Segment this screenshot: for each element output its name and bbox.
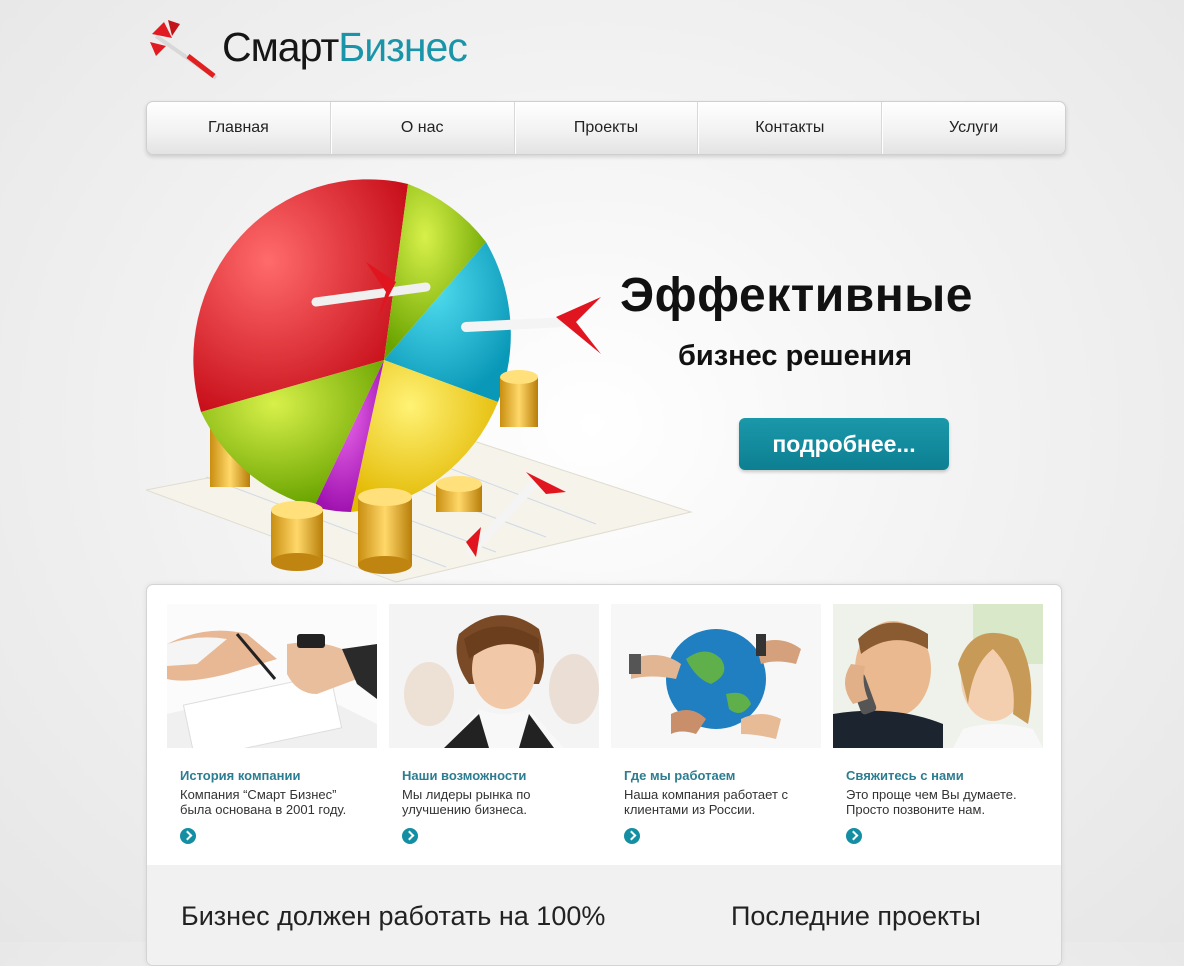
- card-title[interactable]: История компании: [180, 768, 377, 783]
- card-photo-globe-hands[interactable]: [611, 604, 821, 748]
- hero-subtitle: бизнес решения: [677, 340, 912, 372]
- hero-title: Эффективные: [620, 269, 973, 322]
- hero-pie-chart-illustration: [144, 172, 696, 587]
- logo-text-smart: Смарт: [222, 24, 339, 70]
- logo-text: СмартБизнес: [222, 24, 468, 71]
- card-arrow-icon[interactable]: [402, 828, 418, 844]
- card-contact-us: Свяжитесь с нами Это проще чем Вы думает…: [833, 604, 1043, 844]
- bottom-section: Бизнес должен работать на 100% Последние…: [147, 865, 1061, 965]
- site-logo[interactable]: СмартБизнес: [146, 16, 506, 86]
- more-button[interactable]: подробнее...: [739, 418, 949, 470]
- card-title[interactable]: Наши возможности: [402, 768, 599, 783]
- card-text: Это проще чем Вы думаете. Просто позвони…: [846, 787, 1017, 817]
- card-arrow-icon[interactable]: [846, 828, 862, 844]
- card-text: Компания “Смарт Бизнес” была основана в …: [180, 787, 347, 817]
- nav-item-home[interactable]: Главная: [147, 102, 330, 154]
- card-capabilities: Наши возможности Мы лидеры рынка по улуч…: [389, 604, 599, 844]
- section-heading-business: Бизнес должен работать на 100%: [181, 901, 606, 931]
- card-arrow-icon[interactable]: [180, 828, 196, 844]
- card-photo-businesswoman[interactable]: [389, 604, 599, 748]
- card-text: Наша компания работает с клиентами из Ро…: [624, 787, 789, 817]
- card-photo-phone-call[interactable]: [833, 604, 1043, 748]
- section-heading-latest-projects: Последние проекты: [731, 901, 981, 931]
- card-title[interactable]: Где мы работаем: [624, 768, 821, 783]
- card-photo-handshake-signing[interactable]: [167, 604, 377, 748]
- card-title[interactable]: Свяжитесь с нами: [846, 768, 1043, 783]
- main-nav: Главная О нас Проекты Контакты Услуги: [146, 101, 1066, 155]
- logo-text-biznes: Бизнес: [338, 24, 468, 70]
- card-arrow-icon[interactable]: [624, 828, 640, 844]
- card-text: Мы лидеры рынка по улучшению бизнеса.: [402, 787, 531, 817]
- nav-item-projects[interactable]: Проекты: [513, 102, 698, 154]
- nav-item-about[interactable]: О нас: [329, 102, 514, 154]
- content-panel: История компании Компания “Смарт Бизнес”…: [146, 584, 1062, 966]
- card-where-we-work: Где мы работаем Наша компания работает с…: [611, 604, 821, 844]
- dart-logo-icon: [150, 20, 218, 80]
- feature-cards: История компании Компания “Смарт Бизнес”…: [167, 604, 1047, 864]
- nav-item-contacts[interactable]: Контакты: [697, 102, 881, 154]
- card-history: История компании Компания “Смарт Бизнес”…: [167, 604, 377, 844]
- nav-item-services[interactable]: Услуги: [881, 102, 1065, 154]
